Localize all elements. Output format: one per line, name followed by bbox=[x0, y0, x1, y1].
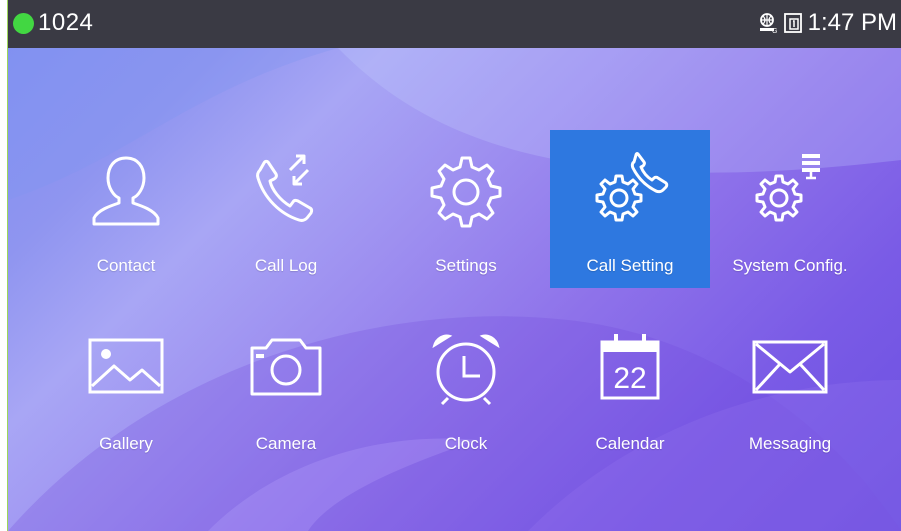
svg-text:G: G bbox=[772, 28, 777, 34]
app-call-log[interactable]: Call Log bbox=[206, 130, 366, 288]
status-indicator-dot bbox=[13, 13, 34, 34]
app-call-setting[interactable]: Call Setting bbox=[550, 130, 710, 288]
call-log-icon bbox=[256, 154, 314, 222]
app-label: Camera bbox=[255, 434, 317, 453]
status-bar: 1024 G 1:47 PM bbox=[8, 0, 901, 48]
app-label: Contact bbox=[96, 256, 156, 275]
calendar-date-text: 22 bbox=[613, 362, 646, 395]
envelope-icon bbox=[752, 340, 828, 394]
app-clock[interactable]: Clock bbox=[386, 310, 546, 468]
app-contact[interactable]: Contact bbox=[46, 130, 206, 288]
app-messaging[interactable]: Messaging bbox=[710, 310, 870, 468]
clock-time: 1:47 PM bbox=[807, 9, 897, 36]
camera-icon bbox=[250, 338, 322, 396]
call-setting-icon bbox=[595, 152, 669, 222]
settings-gear-icon bbox=[430, 156, 502, 228]
app-label: Messaging bbox=[748, 434, 832, 453]
app-settings[interactable]: Settings bbox=[386, 130, 546, 288]
app-label: Clock bbox=[444, 434, 488, 453]
home-screen: 1024 G 1:47 PM Contact Call Log Settings… bbox=[8, 0, 901, 531]
app-label: System Config. bbox=[732, 256, 848, 275]
app-label: Gallery bbox=[99, 434, 153, 453]
app-label: Call Log bbox=[254, 256, 318, 275]
alarm-clock-icon bbox=[432, 334, 500, 406]
app-system-config[interactable]: System Config. bbox=[710, 130, 870, 288]
extension-number: 1024 bbox=[38, 9, 94, 36]
app-label: Settings bbox=[435, 256, 497, 275]
calendar-icon: 22 bbox=[600, 334, 660, 400]
app-camera[interactable]: Camera bbox=[206, 310, 366, 468]
sim-icon bbox=[783, 13, 802, 33]
network-icon: G bbox=[759, 13, 777, 34]
system-config-icon bbox=[755, 154, 820, 222]
gallery-icon bbox=[88, 338, 164, 394]
app-calendar[interactable]: 22 Calendar bbox=[550, 310, 710, 468]
app-gallery[interactable]: Gallery bbox=[46, 310, 206, 468]
app-label: Calendar bbox=[595, 434, 665, 453]
app-label: Call Setting bbox=[586, 256, 674, 275]
status-right-group: G 1:47 PM bbox=[758, 9, 897, 37]
contact-icon bbox=[92, 156, 160, 226]
